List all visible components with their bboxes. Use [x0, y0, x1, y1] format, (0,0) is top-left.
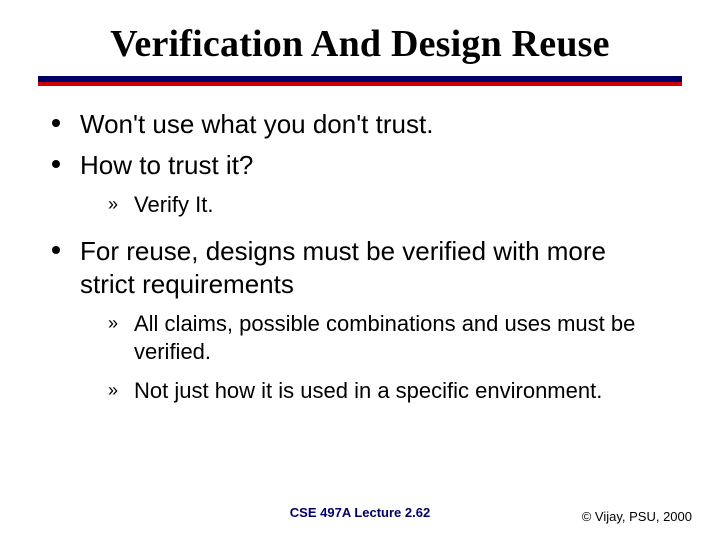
raquo-icon: » [108, 191, 134, 216]
divider [38, 76, 682, 86]
bullet-text: All claims, possible combinations and us… [134, 310, 668, 367]
bullet-level2: » Not just how it is used in a specific … [108, 377, 668, 406]
bullet-dot-icon [52, 235, 80, 254]
raquo-icon: » [108, 377, 134, 402]
bullet-level2: » Verify It. [108, 191, 668, 220]
bullet-text: Won't use what you don't trust. [80, 108, 668, 141]
bullet-level1: How to trust it? [52, 149, 668, 182]
slide-body: Won't use what you don't trust. How to t… [38, 86, 682, 405]
bullet-text: Verify It. [134, 191, 213, 220]
bullet-level1: Won't use what you don't trust. [52, 108, 668, 141]
slide-title: Verification And Design Reuse [38, 22, 682, 66]
slide: Verification And Design Reuse Won't use … [0, 0, 720, 540]
footer-right: © Vijay, PSU, 2000 [582, 509, 692, 524]
raquo-icon: » [108, 310, 134, 335]
bullet-text: How to trust it? [80, 149, 668, 182]
bullet-text: For reuse, designs must be verified with… [80, 235, 668, 302]
bullet-level1: For reuse, designs must be verified with… [52, 235, 668, 302]
bullet-level2: » All claims, possible combinations and … [108, 310, 668, 367]
bullet-dot-icon [52, 108, 80, 127]
bullet-text: Not just how it is used in a specific en… [134, 377, 602, 406]
bullet-dot-icon [52, 149, 80, 168]
